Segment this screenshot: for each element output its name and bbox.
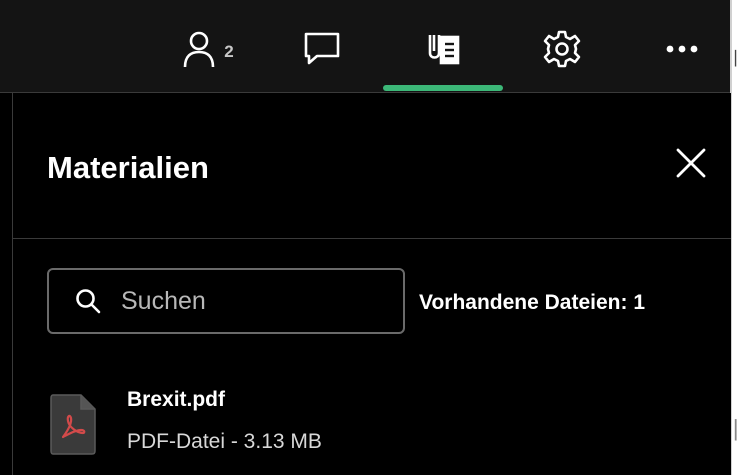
close-button[interactable] — [669, 143, 713, 187]
more-horizontal-icon — [664, 43, 700, 55]
materials-button[interactable] — [410, 20, 474, 78]
files-count: Vorhandene Dateien: 1 — [419, 291, 645, 314]
materials-active-indicator — [383, 85, 503, 91]
participants-button[interactable]: 2 — [168, 20, 248, 78]
file-item[interactable]: Brexit.pdf PDF-Datei - 3.13 MB — [49, 383, 709, 463]
pdf-file-icon — [49, 393, 97, 460]
file-meta: PDF-Datei - 3.13 MB — [127, 430, 322, 453]
cut-off-glyph: ▏ — [735, 420, 744, 440]
person-icon — [182, 29, 216, 69]
panel-title: Materialien — [47, 150, 209, 185]
participants-count: 2 — [224, 42, 234, 61]
chat-button[interactable] — [290, 20, 354, 78]
chat-bubble-icon — [302, 30, 342, 68]
search-box[interactable] — [47, 268, 405, 334]
search-icon — [75, 288, 101, 314]
file-name: Brexit.pdf — [127, 388, 226, 411]
top-bar: 2 — [0, 0, 730, 93]
adjacent-window-edge: ▏ ▏ — [730, 0, 744, 475]
close-icon — [674, 146, 708, 185]
search-input[interactable] — [119, 285, 383, 317]
settings-button[interactable] — [530, 20, 594, 78]
materials-icon — [421, 29, 463, 69]
panel-header: Materialien — [13, 93, 731, 239]
cut-off-glyph: ▏ — [735, 50, 744, 66]
materials-panel: Materialien Vorhandene Dateien: 1 — [12, 93, 731, 475]
more-button[interactable] — [650, 20, 714, 78]
gear-icon — [542, 29, 582, 69]
